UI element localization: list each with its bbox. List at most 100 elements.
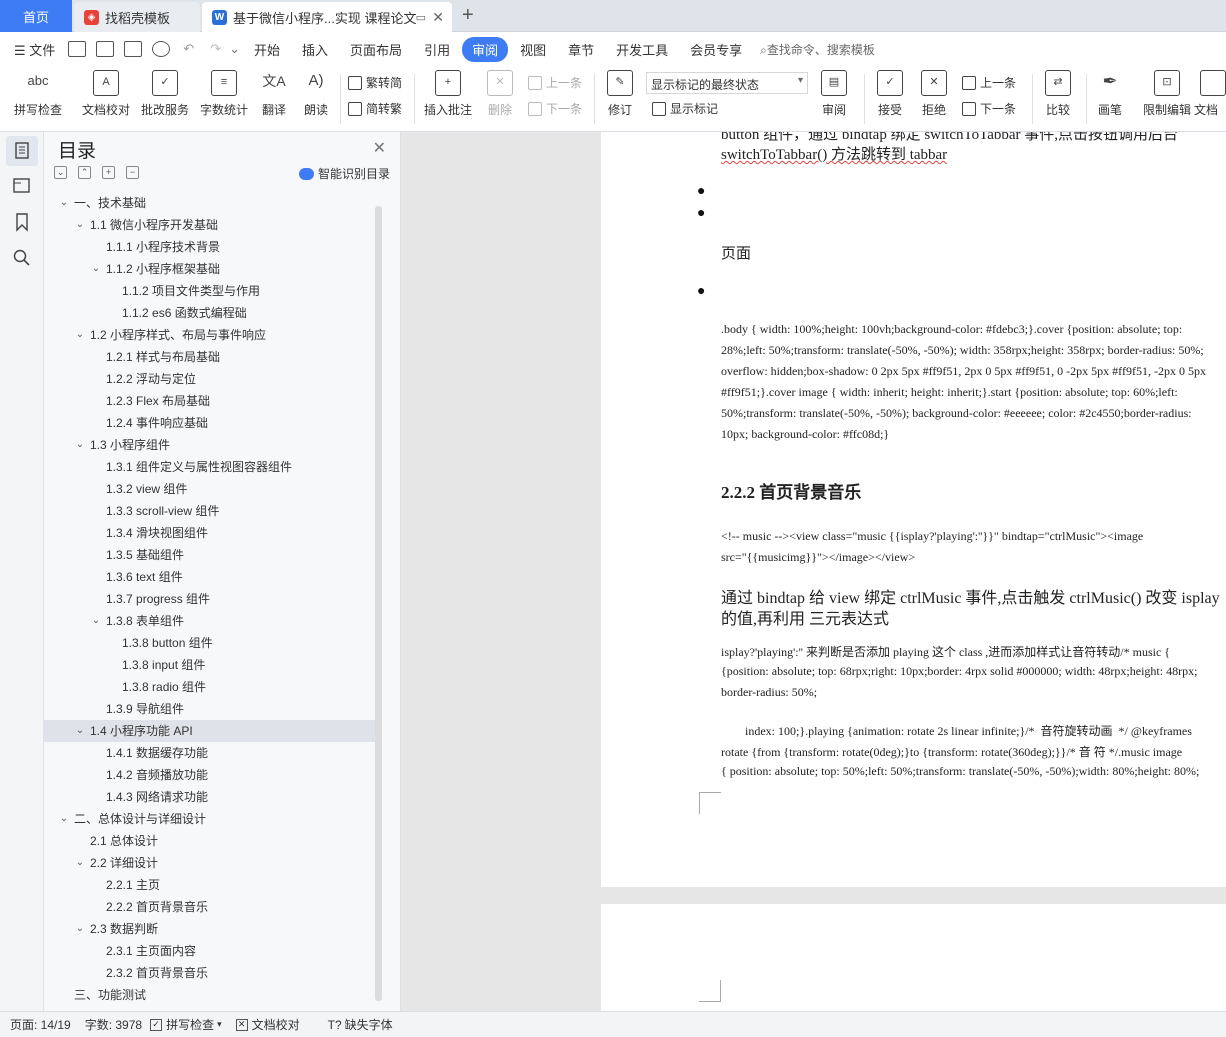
new-tab-button[interactable]: + [462, 4, 474, 27]
toc-item[interactable]: 2.2.2 首页背景音乐 [44, 896, 376, 918]
pen-button[interactable]: ✒ 画笔 [1080, 70, 1140, 118]
reject-button[interactable]: ✕ 拒绝 [904, 70, 964, 118]
show-markup-button[interactable]: 显示标记 [652, 100, 718, 117]
restrict-edit-button[interactable]: ⊡ 限制编辑 [1137, 70, 1197, 118]
menu-review[interactable]: 审阅 [462, 36, 509, 62]
chevron-down-icon[interactable]: ⌄ [74, 918, 86, 940]
quick-access-more-icon[interactable]: ⌄ [229, 41, 246, 57]
toc-item[interactable]: 1.2.2 浮动与定位 [44, 368, 376, 390]
print-preview-icon[interactable] [152, 41, 171, 57]
to-traditional-button[interactable]: 简转繁 [348, 100, 402, 117]
chevron-down-icon[interactable]: ⌄ [90, 258, 102, 280]
menu-dev-tools[interactable]: 开发工具 [608, 40, 676, 59]
toc-item[interactable]: 1.3.8 button 组件 [44, 632, 376, 654]
toc-item[interactable]: 1.4.2 音频播放功能 [44, 764, 376, 786]
toc-item[interactable]: 1.4.3 网络请求功能 [44, 786, 376, 808]
toc-item[interactable]: 1.3.9 导航组件 [44, 698, 376, 720]
close-icon[interactable]: ✕ [373, 138, 386, 158]
menu-insert[interactable]: 插入 [294, 40, 336, 59]
chevron-down-icon[interactable]: ⌄ [74, 214, 86, 236]
toc-item[interactable]: ⌄ 1.1.2 小程序框架基础 [44, 258, 376, 280]
chevron-down-icon[interactable]: ⌄ [74, 324, 86, 346]
monitor-icon[interactable]: ▭ [416, 11, 426, 24]
menu-chapter[interactable]: 章节 [560, 40, 602, 59]
chevron-down-icon[interactable]: ⌄ [74, 720, 86, 742]
toc-item[interactable]: 三、功能测试 [44, 984, 376, 1006]
next-comment-button[interactable]: 下一条 [528, 100, 582, 117]
menu-references[interactable]: 引用 [416, 40, 458, 59]
page-indicator[interactable]: 页面: 14/19 [10, 1016, 71, 1033]
toc-item[interactable]: 1.3.2 view 组件 [44, 478, 376, 500]
toc-item[interactable]: ⌄ 1.2 小程序样式、布局与事件响应 [44, 324, 376, 346]
collapse-all-icon[interactable]: ⌄ [54, 166, 67, 179]
batch-review-button[interactable]: ✓ 批改服务 [135, 70, 195, 118]
tab-document[interactable]: W 基于微信小程序...实现 课程论文 ▭ ✕ [202, 2, 452, 32]
toc-item[interactable]: 1.3.3 scroll-view 组件 [44, 500, 376, 522]
document-canvas[interactable]: button 组件，通过 bindtap 绑定 switchToTabbar 事… [402, 132, 1226, 1011]
to-simplified-button[interactable]: 繁转简 [348, 74, 402, 91]
doc-permissions-button[interactable]: 文档 [1190, 70, 1226, 118]
toc-item[interactable]: 1.2.3 Flex 布局基础 [44, 390, 376, 412]
review-pane-button[interactable]: ▤ 审阅 [804, 70, 864, 118]
spell-check-button[interactable]: abc 拼写检查 [8, 70, 68, 118]
toc-item[interactable]: ⌄ 1.4 小程序功能 API [44, 720, 376, 742]
save-icon[interactable] [68, 41, 87, 57]
tab-home[interactable]: 首页 [0, 0, 72, 32]
chevron-down-icon[interactable]: ⌄ [58, 192, 70, 214]
toc-item[interactable]: 1.1.2 项目文件类型与作用 [44, 280, 376, 302]
doc-proof-button[interactable]: A 文档校对 [76, 70, 136, 118]
toc-item[interactable]: 1.4.1 数据缓存功能 [44, 742, 376, 764]
toc-item[interactable]: 1.2.1 样式与布局基础 [44, 346, 376, 368]
redo-icon[interactable]: ↷ [202, 41, 229, 57]
export-pdf-icon[interactable] [96, 41, 115, 57]
toc-item[interactable]: ⌄ 一、技术基础 [44, 192, 376, 214]
toc-item[interactable]: 1.3.8 radio 组件 [44, 676, 376, 698]
menu-view[interactable]: 视图 [512, 40, 554, 59]
delete-comment-button[interactable]: ✕ 删除 [470, 70, 530, 118]
toc-item[interactable]: 1.1.1 小程序技术背景 [44, 236, 376, 258]
toc-scrollbar[interactable] [375, 206, 382, 1001]
toc-item[interactable]: 1.3.1 组件定义与属性视图容器组件 [44, 456, 376, 478]
print-icon[interactable] [124, 41, 143, 57]
chevron-down-icon[interactable]: ⌄ [74, 434, 86, 456]
missing-font-status[interactable]: T? 缺失字体 [328, 1016, 393, 1033]
document-page[interactable]: button 组件，通过 bindtap 绑定 switchToTabbar 事… [601, 132, 1226, 887]
spell-check-status[interactable]: ✓ 拼写检查 ▾ [150, 1016, 222, 1033]
markup-state-select[interactable]: 显示标记的最终状态 ▾ [646, 72, 808, 94]
toc-item[interactable]: ⌄ 1.1 微信小程序开发基础 [44, 214, 376, 236]
toc-item[interactable]: ⌄ 二、总体设计与详细设计 [44, 808, 376, 830]
read-aloud-button[interactable]: A) 朗读 [286, 70, 346, 118]
compare-button[interactable]: ⇄ 比较 [1028, 70, 1088, 118]
chevron-down-icon[interactable]: ⌄ [58, 808, 70, 830]
toc-item[interactable]: ⌄ 1.3 小程序组件 [44, 434, 376, 456]
toc-item[interactable]: 1.3.5 基础组件 [44, 544, 376, 566]
prev-change-button[interactable]: 上一条 [962, 74, 1016, 91]
toc-pane-button[interactable] [6, 136, 38, 166]
chevron-down-icon[interactable]: ⌄ [90, 610, 102, 632]
expand-all-icon[interactable]: ⌃ [78, 166, 91, 179]
tab-templates[interactable]: ◈ 找稻壳模板 [74, 2, 200, 32]
word-count-status[interactable]: 字数: 3978 [85, 1016, 142, 1033]
toc-item[interactable]: 2.3.1 主页面内容 [44, 940, 376, 962]
revise-button[interactable]: ✎ 修订 [590, 70, 650, 118]
toc-item[interactable]: 1.3.7 progress 组件 [44, 588, 376, 610]
file-menu[interactable]: ☰ 文件 [0, 40, 63, 59]
toc-item[interactable]: 1.3.6 text 组件 [44, 566, 376, 588]
toc-item[interactable]: 1.2.4 事件响应基础 [44, 412, 376, 434]
menu-member[interactable]: 会员专享 [682, 40, 750, 59]
toc-item[interactable]: ⌄ 1.3.8 表单组件 [44, 610, 376, 632]
next-change-button[interactable]: 下一条 [962, 100, 1016, 117]
toc-item[interactable]: 1.3.4 滑块视图组件 [44, 522, 376, 544]
chevron-down-icon[interactable]: ⌄ [74, 852, 86, 874]
toc-item[interactable]: 2.2.1 主页 [44, 874, 376, 896]
undo-icon[interactable]: ↶ [175, 41, 202, 57]
menu-page-layout[interactable]: 页面布局 [342, 40, 410, 59]
remove-heading-icon[interactable]: − [126, 166, 139, 179]
toc-item[interactable]: 2.1 总体设计 [44, 830, 376, 852]
menu-start[interactable]: 开始 [246, 40, 288, 59]
command-search[interactable]: ⌕查找命令、搜索模板 [760, 41, 875, 58]
toc-item[interactable]: 2.3.2 首页背景音乐 [44, 962, 376, 984]
close-tab-icon[interactable]: ✕ [432, 9, 444, 26]
bookmark-button[interactable] [12, 212, 32, 232]
chapter-nav-button[interactable] [12, 176, 32, 196]
